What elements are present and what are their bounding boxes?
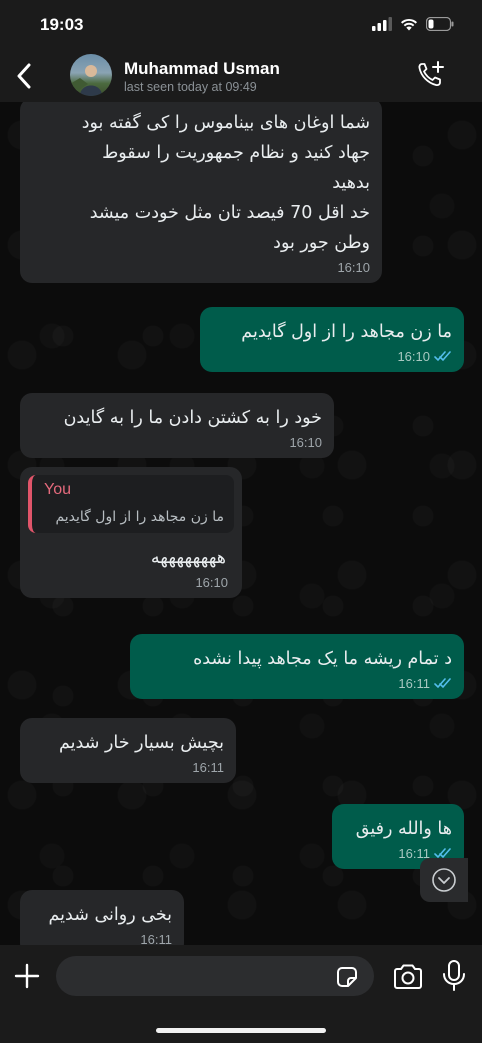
attach-button[interactable] [12, 961, 42, 991]
message-text: ها والله رفیق [355, 819, 452, 839]
message-text: د تمام ریشه ما یک مجاهد پیدا نشده [193, 649, 452, 669]
avatar-photo [70, 65, 102, 96]
message-time: 16:10 [289, 435, 322, 450]
message-text: خود را به کشتن دادن ما را به گایدن [63, 408, 322, 428]
message-meta: 16:10 [32, 260, 370, 275]
double-check-read-icon [434, 678, 451, 689]
message-bubble-incoming-reply[interactable]: You ما زن مجاهد را از اول گایدیم ههههههه… [20, 467, 242, 598]
message-meta: 16:11 [32, 760, 224, 775]
quote-text: ما زن مجاهد را از اول گایدیم [55, 509, 224, 525]
message-meta: 16:10 [32, 435, 322, 450]
message-bubble-incoming[interactable]: شما اوغان های بیناموس را کی گفته بود جها… [20, 102, 382, 283]
camera-button[interactable] [392, 962, 424, 992]
message-time: 16:10 [195, 575, 228, 590]
message-time: 16:10 [337, 260, 370, 275]
contact-name[interactable]: Muhammad Usman [124, 59, 280, 79]
status-time: 19:03 [40, 15, 84, 34]
scroll-to-bottom-button[interactable] [420, 858, 468, 902]
microphone-button[interactable] [440, 959, 468, 993]
message-bubble-outgoing[interactable]: د تمام ریشه ما یک مجاهد پیدا نشده 16:11 [130, 634, 464, 699]
camera-icon [394, 964, 422, 989]
message-bubble-outgoing[interactable]: ما زن مجاهد را از اول گایدیم 16:10 [200, 307, 464, 372]
message-time: 16:11 [140, 932, 172, 945]
message-text: بچیش بسیار خار شدیم [59, 733, 224, 753]
status-bar: 19:03 [0, 0, 482, 50]
quote-author: You [44, 481, 71, 498]
chat-header: Muhammad Usman last seen today at 09:49 [0, 50, 482, 102]
message-text: ههههههههه [150, 548, 226, 568]
add-call-icon [418, 61, 444, 87]
plus-icon [14, 963, 40, 989]
battery-icon [426, 17, 454, 31]
message-input-bar [0, 945, 482, 1043]
add-call-button[interactable] [416, 60, 446, 90]
double-check-read-icon [434, 351, 451, 362]
message-bubble-incoming[interactable]: بخی روانی شدیم 16:11 [20, 890, 184, 945]
message-time: 16:11 [192, 760, 224, 775]
message-text: شما اوغان های بیناموس را کی گفته بود جها… [81, 113, 370, 253]
chevron-left-icon [17, 63, 31, 89]
message-meta: 16:11 [142, 676, 452, 691]
message-text: بخی روانی شدیم [48, 905, 172, 925]
microphone-icon [443, 960, 465, 991]
wifi-icon [401, 18, 417, 31]
message-meta: 16:11 [32, 932, 172, 945]
back-button[interactable] [10, 58, 38, 94]
last-seen-status: last seen today at 09:49 [124, 80, 257, 94]
message-text: ما زن مجاهد را از اول گایدیم [241, 322, 452, 342]
sticker-icon [337, 967, 357, 987]
sticker-button[interactable] [334, 964, 360, 990]
chevron-down-circle-icon [432, 868, 456, 892]
contact-avatar[interactable] [70, 54, 112, 96]
message-meta: 16:10 [212, 349, 452, 364]
message-bubble-incoming[interactable]: خود را به کشتن دادن ما را به گایدن 16:10 [20, 393, 334, 458]
chat-messages[interactable]: شما اوغان های بیناموس را کی گفته بود جها… [0, 102, 482, 945]
cellular-signal-icon [372, 17, 392, 31]
message-bubble-incoming[interactable]: بچیش بسیار خار شدیم 16:11 [20, 718, 236, 783]
home-indicator[interactable] [156, 1028, 326, 1033]
message-meta: 16:10 [28, 575, 234, 590]
quoted-message[interactable]: You ما زن مجاهد را از اول گایدیم [28, 475, 234, 533]
status-icons [372, 17, 454, 31]
message-time: 16:10 [397, 349, 430, 364]
message-time: 16:11 [398, 676, 430, 691]
message-input[interactable] [56, 956, 374, 996]
